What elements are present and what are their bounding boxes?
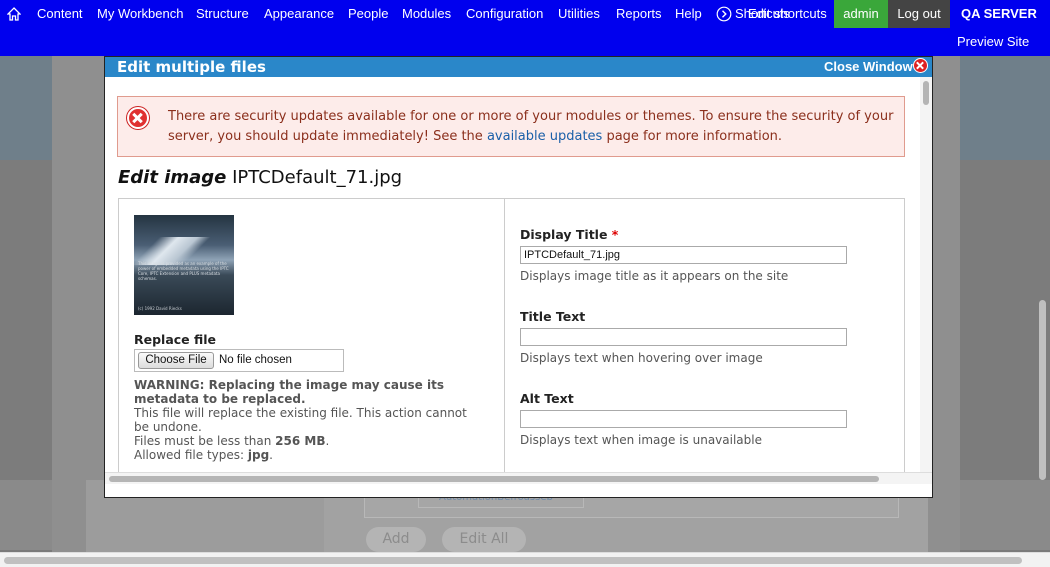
preview-site-link[interactable]: Preview Site	[957, 29, 1029, 55]
menu-help[interactable]: Help	[675, 0, 702, 28]
add-button: Add	[366, 527, 426, 552]
menu-modules[interactable]: Modules	[402, 0, 451, 28]
close-icon[interactable]	[913, 58, 928, 73]
alt-text-label: Alt Text	[520, 391, 574, 406]
file-types-help: Allowed file types: jpg.	[134, 448, 484, 462]
page-vertical-scrollbar[interactable]	[1036, 300, 1048, 480]
page-horizontal-scroll-thumb[interactable]	[4, 557, 1022, 564]
page-heading: Edit image IPTCDefault_71.jpg	[118, 167, 402, 188]
alert-message: There are security updates available for…	[168, 107, 898, 147]
edit-image-form: This image is provided as an example of …	[118, 198, 905, 472]
user-account-link[interactable]: admin	[834, 0, 888, 28]
title-text-help: Displays text when hovering over image	[520, 351, 763, 365]
alert-text-after: page for more information.	[602, 129, 783, 144]
replace-file-input[interactable]: Choose File No file chosen	[134, 349, 344, 372]
display-title-label: Display Title *	[520, 227, 618, 242]
menu-people[interactable]: People	[348, 0, 388, 28]
modal-horizontal-scroll-thumb[interactable]	[109, 476, 879, 482]
menu-structure[interactable]: Structure	[196, 0, 249, 28]
size-prefix: Files must be less than	[134, 434, 276, 448]
thumbnail-caption: This image is provided as an example of …	[138, 261, 229, 281]
image-thumbnail: This image is provided as an example of …	[134, 215, 234, 315]
modal-body: There are security updates available for…	[105, 77, 920, 472]
display-title-input[interactable]	[520, 246, 847, 264]
menu-utilities[interactable]: Utilities	[558, 0, 600, 28]
display-title-label-text: Display Title	[520, 227, 608, 242]
choose-file-button[interactable]: Choose File	[138, 352, 214, 369]
menu-content[interactable]: Content	[37, 0, 83, 28]
no-file-chosen-text: No file chosen	[219, 354, 292, 366]
thumbnail-copyright: (c) 1992 David Riecks	[138, 306, 182, 311]
close-window-link[interactable]: Close Window	[824, 57, 913, 77]
heading-filename: IPTCDefault_71.jpg	[232, 167, 403, 188]
replace-help: This file will replace the existing file…	[134, 406, 467, 434]
display-title-help: Displays image title as it appears on th…	[520, 269, 789, 283]
menu-configuration[interactable]: Configuration	[466, 0, 543, 28]
size-value: 256 MB	[275, 434, 326, 448]
heading-prefix: Edit image	[118, 167, 227, 188]
page-horizontal-scrollbar[interactable]	[0, 552, 1050, 567]
modal-vertical-scroll-thumb[interactable]	[923, 81, 929, 105]
error-icon	[127, 107, 149, 129]
alt-text-input[interactable]	[520, 410, 847, 428]
alt-text-help: Displays text when image is unavailable	[520, 433, 762, 447]
menu-reports[interactable]: Reports	[616, 0, 662, 28]
home-icon[interactable]	[7, 7, 21, 21]
available-updates-link[interactable]: available updates	[487, 129, 602, 144]
menu-appearance[interactable]: Appearance	[264, 0, 334, 28]
title-text-label: Title Text	[520, 309, 586, 324]
replace-warning: WARNING: Replacing the image may cause i…	[134, 378, 444, 406]
column-divider	[504, 199, 505, 472]
modal-horizontal-scrollbar[interactable]	[105, 472, 932, 484]
title-text-input[interactable]	[520, 328, 847, 346]
types-prefix: Allowed file types:	[134, 448, 248, 462]
edit-shortcuts-link[interactable]: Edit shortcuts	[748, 0, 827, 28]
types-suffix: .	[269, 448, 273, 462]
types-value: jpg	[247, 448, 270, 462]
logout-link[interactable]: Log out	[888, 0, 950, 28]
server-label: QA SERVER	[961, 6, 1037, 21]
admin-toolbar: Content My Workbench Structure Appearanc…	[0, 0, 1050, 56]
menu-my-workbench[interactable]: My Workbench	[97, 0, 183, 28]
replace-file-label: Replace file	[134, 332, 217, 347]
size-suffix: .	[325, 434, 330, 448]
modal-title: Edit multiple files	[117, 58, 266, 76]
edit-files-modal: Edit multiple files Close Window There a…	[104, 56, 933, 498]
modal-vertical-scrollbar[interactable]	[920, 77, 932, 472]
page-vertical-scroll-thumb[interactable]	[1039, 300, 1046, 480]
security-alert: There are security updates available for…	[117, 96, 905, 157]
file-size-help: Files must be less than 256 MB.	[134, 434, 484, 448]
edit-all-button: Edit All	[442, 527, 526, 552]
shortcuts-toggle-icon[interactable]	[716, 6, 732, 22]
required-marker: *	[611, 227, 619, 242]
modal-title-bar: Edit multiple files Close Window	[105, 57, 932, 77]
